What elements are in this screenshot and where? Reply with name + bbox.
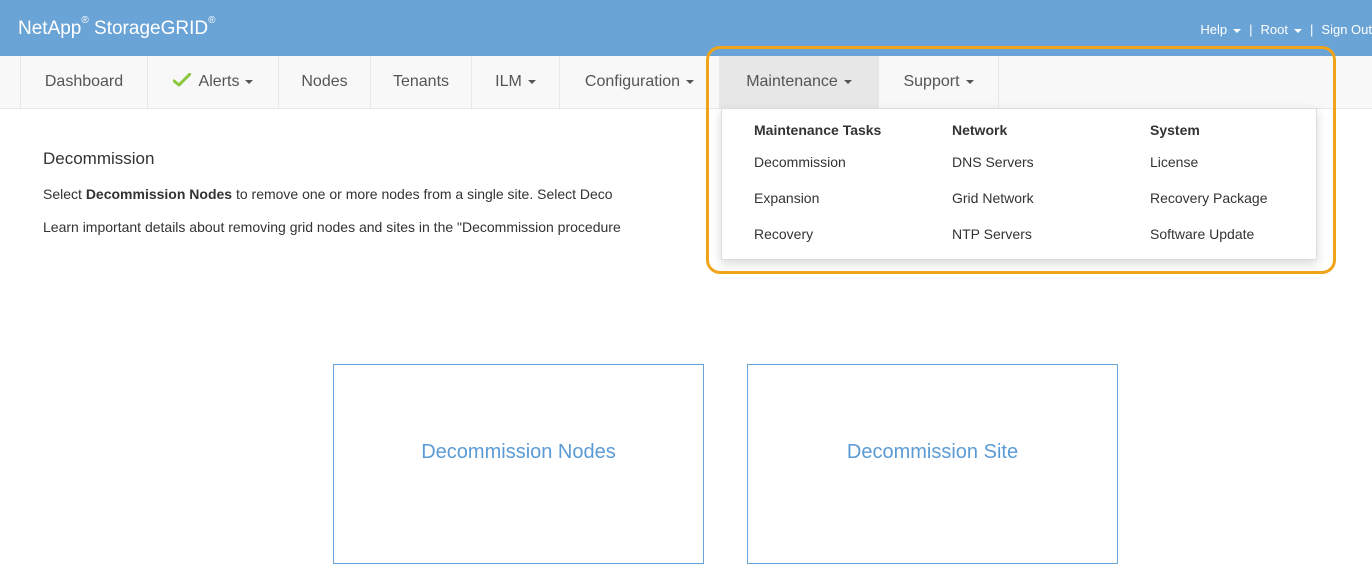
top-bar: NetApp® StorageGRID® Help | Root | Sign … [0,0,1372,56]
card-label: Decommission Nodes [421,441,616,463]
nav-label: ILM [495,73,522,90]
menu-item-grid-network[interactable]: Grid Network [952,190,1034,206]
nav-label: Configuration [584,73,681,90]
brand-name: NetApp [18,18,82,39]
nav-tenants[interactable]: Tenants [371,56,472,108]
user-menu[interactable]: Root [1260,22,1303,37]
brand-reg-mark: ® [208,15,216,26]
nav-configuration[interactable]: Configuration [560,56,720,108]
page-title: Decommission [43,149,155,168]
menu-item-license[interactable]: License [1150,154,1198,170]
user-label: Root [1260,22,1289,37]
nav-maintenance[interactable]: Maintenance [720,56,879,108]
brand-product: StorageGRID [94,18,209,39]
intro-bold: Decommission Nodes [85,186,233,202]
nav-alerts[interactable]: Alerts [148,56,279,108]
help-label: Help [1200,22,1228,37]
caret-down-icon [1233,28,1242,33]
decommission-site-card[interactable]: Decommission Site [747,364,1118,564]
card-label: Decommission Site [846,441,1019,463]
menu-item-recovery[interactable]: Recovery [754,226,813,242]
main-nav: Dashboard Alerts Nodes Tenants ILM Confi… [0,56,1372,109]
menu-item-ntp-servers[interactable]: NTP Servers [952,226,1032,242]
intro-text: to remove one or more nodes from a singl… [232,186,613,202]
details-paragraph: Learn important details about removing g… [43,219,621,235]
nav-label: Nodes [301,73,348,90]
brand-logo[interactable]: NetApp® StorageGRID® [18,15,216,40]
nav-ilm[interactable]: ILM [472,56,560,108]
user-links: Help | Root | Sign Out [1200,22,1372,37]
nav-label: Alerts [198,73,240,90]
caret-down-icon [1294,28,1303,33]
nav-nodes[interactable]: Nodes [279,56,371,108]
nav-label: Dashboard [44,73,124,90]
help-menu[interactable]: Help [1200,22,1242,37]
separator: | [1249,22,1253,37]
dropdown-heading: Network [952,122,1008,138]
caret-down-icon [965,80,974,84]
dropdown-heading: System [1150,122,1200,138]
check-icon [172,72,192,92]
maintenance-dropdown: Maintenance Tasks Decommission Expansion… [721,108,1317,260]
sign-out-link[interactable]: Sign Out [1321,22,1372,37]
intro-paragraph: Select Decommission Nodes to remove one … [43,186,613,202]
caret-down-icon [245,80,254,84]
dropdown-heading: Maintenance Tasks [754,122,882,138]
menu-item-expansion[interactable]: Expansion [754,190,819,206]
brand-reg-mark: ® [81,15,89,26]
separator: | [1310,22,1314,37]
nav-support[interactable]: Support [879,56,999,108]
intro-text: Select [43,186,86,202]
menu-item-decommission[interactable]: Decommission [754,154,846,170]
nav-label: Maintenance [746,73,838,90]
caret-down-icon [686,80,695,84]
menu-item-dns-servers[interactable]: DNS Servers [952,154,1034,170]
caret-down-icon [843,80,852,84]
nav-label: Support [903,73,960,90]
menu-item-software-update[interactable]: Software Update [1150,226,1254,242]
caret-down-icon [527,80,536,84]
decommission-nodes-card[interactable]: Decommission Nodes [333,364,704,564]
nav-dashboard[interactable]: Dashboard [21,56,148,108]
nav-label: Tenants [392,73,450,90]
menu-item-recovery-package[interactable]: Recovery Package [1150,190,1268,206]
